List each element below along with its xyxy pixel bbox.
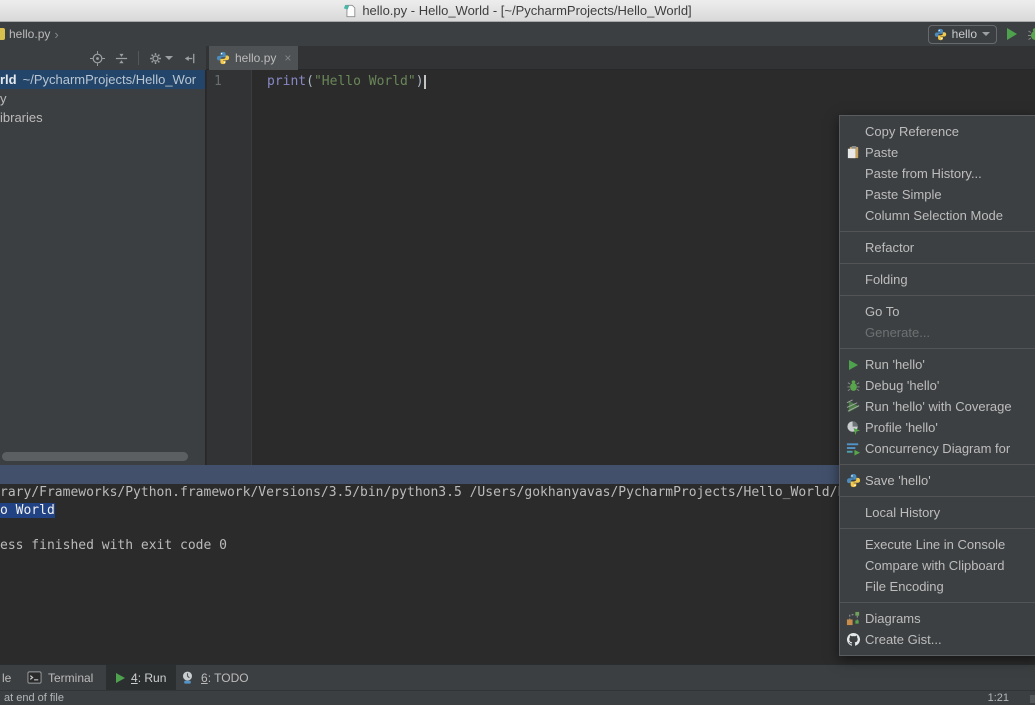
project-panel-toolbar [0, 46, 206, 70]
toolbar-separator [138, 51, 139, 65]
run-icon [116, 673, 125, 683]
run-button[interactable] [1007, 28, 1017, 40]
breadcrumb[interactable]: hello.py › [0, 27, 59, 42]
status-bar-widget-sliver [1030, 695, 1035, 703]
python-icon [845, 473, 862, 488]
menu-item-compare-with-clipboard[interactable]: Compare with Clipboard [840, 555, 1035, 576]
editor-tab-hello-py[interactable]: hello.py × [209, 46, 298, 70]
window-title: hello.py - Hello_World - [~/PycharmProje… [362, 3, 691, 18]
chevron-down-icon [165, 56, 173, 60]
file-icon [0, 28, 5, 40]
menu-item-go-to[interactable]: Go To [840, 301, 1035, 322]
project-tree-item[interactable]: y [0, 89, 205, 108]
run-configuration-select[interactable]: hello [928, 25, 997, 44]
menu-separator [840, 263, 1035, 264]
paste-icon [845, 145, 862, 160]
caret-position[interactable]: 1:21 [988, 692, 1009, 704]
selected-output: o World [0, 503, 55, 518]
menu-item-copy-reference[interactable]: Copy Reference [840, 121, 1035, 142]
menu-item-save-hello[interactable]: Save 'hello' [840, 470, 1035, 491]
close-icon[interactable]: × [284, 51, 291, 65]
project-panel: rld ~/PycharmProjects/Hello_Wor y ibrari… [0, 70, 206, 465]
code-string: "Hello World" [314, 74, 416, 89]
titlebar: hello.py - Hello_World - [~/PycharmProje… [0, 0, 1035, 22]
debug-button[interactable] [1027, 26, 1035, 42]
line-number: 1 [214, 74, 222, 89]
status-message: at end of file [4, 692, 64, 704]
hide-panel-icon[interactable] [182, 51, 197, 66]
menu-separator [840, 295, 1035, 296]
coverage-icon [845, 399, 862, 414]
menu-separator [840, 231, 1035, 232]
menu-item-run-hello[interactable]: Run 'hello' [840, 354, 1035, 375]
terminal-icon [27, 670, 42, 685]
editor-tabstrip: hello.py × [206, 46, 1035, 70]
menu-item-run-with-coverage[interactable]: Run 'hello' with Coverage [840, 396, 1035, 417]
main-toolbar: hello.py › hello [0, 22, 1035, 46]
code-builtin: print [267, 74, 306, 89]
breadcrumb-chevron-icon: › [54, 27, 58, 42]
status-bar: at end of file 1:21 [0, 690, 1035, 705]
run-configuration-name: hello [952, 27, 977, 41]
python-icon [934, 28, 947, 41]
menu-item-diagrams[interactable]: Diagrams [840, 608, 1035, 629]
horizontal-scrollbar[interactable] [2, 452, 188, 461]
menu-item-create-gist[interactable]: Create Gist... [840, 629, 1035, 650]
menu-item-profile-hello[interactable]: Profile 'hello' [840, 417, 1035, 438]
toolwindow-tab-todo[interactable]: 6: TODO [180, 665, 249, 690]
run-icon [845, 360, 862, 370]
debug-bug-icon [845, 378, 862, 393]
todo-tab-label: 6: TODO [201, 671, 249, 685]
locate-target-icon[interactable] [90, 51, 105, 66]
menu-item-debug-hello[interactable]: Debug 'hello' [840, 375, 1035, 396]
menu-item-folding[interactable]: Folding [840, 269, 1035, 290]
editor-gutter: 1 [207, 70, 252, 465]
menu-item-local-history[interactable]: Local History [840, 502, 1035, 523]
menu-separator [840, 348, 1035, 349]
menu-item-column-selection-mode[interactable]: Column Selection Mode [840, 205, 1035, 226]
text-caret [424, 75, 426, 89]
collapse-all-icon[interactable] [114, 51, 129, 66]
chevron-down-icon [982, 32, 990, 36]
todo-icon [180, 670, 195, 685]
toolwindow-tab-terminal[interactable]: Terminal [27, 665, 93, 690]
menu-item-generate-disabled: Generate... [840, 322, 1035, 343]
run-tab-label: 4: Run [131, 671, 166, 685]
code-line[interactable]: print("Hello World") [253, 74, 426, 89]
run-toolbar: hello [928, 25, 1035, 44]
tab-label: hello.py [235, 51, 276, 65]
concurrency-icon [845, 441, 862, 456]
toolwindow-tab-console-partial[interactable]: le [2, 665, 11, 690]
project-tree-item[interactable]: ibraries [0, 108, 205, 127]
window-file-icon [343, 3, 357, 18]
project-tree-root-selected[interactable]: rld ~/PycharmProjects/Hello_Wor [0, 70, 205, 89]
menu-separator [840, 602, 1035, 603]
menu-separator [840, 496, 1035, 497]
github-gist-icon [845, 632, 862, 647]
toolwindow-bar: le Terminal 4: Run 6: TODO [0, 664, 1035, 690]
editor-context-menu: Copy Reference Paste Paste from History.… [839, 115, 1035, 656]
menu-item-execute-line-in-console[interactable]: Execute Line in Console [840, 534, 1035, 555]
python-file-icon [216, 51, 230, 65]
menu-item-concurrency-diagram[interactable]: Concurrency Diagram for [840, 438, 1035, 459]
menu-separator [840, 528, 1035, 529]
menu-item-file-encoding[interactable]: File Encoding [840, 576, 1035, 597]
breadcrumb-file[interactable]: hello.py [9, 27, 50, 41]
toolwindow-tab-run-active[interactable]: 4: Run [106, 665, 176, 690]
menu-item-paste[interactable]: Paste [840, 142, 1035, 163]
menu-item-paste-from-history[interactable]: Paste from History... [840, 163, 1035, 184]
menu-item-paste-simple[interactable]: Paste Simple [840, 184, 1035, 205]
menu-item-refactor[interactable]: Refactor [840, 237, 1035, 258]
menu-separator [840, 464, 1035, 465]
settings-gear-button[interactable] [148, 51, 173, 66]
pycharm-window: hello.py - Hello_World - [~/PycharmProje… [0, 0, 1035, 705]
profiler-icon [845, 420, 862, 435]
diagrams-icon [845, 611, 862, 626]
